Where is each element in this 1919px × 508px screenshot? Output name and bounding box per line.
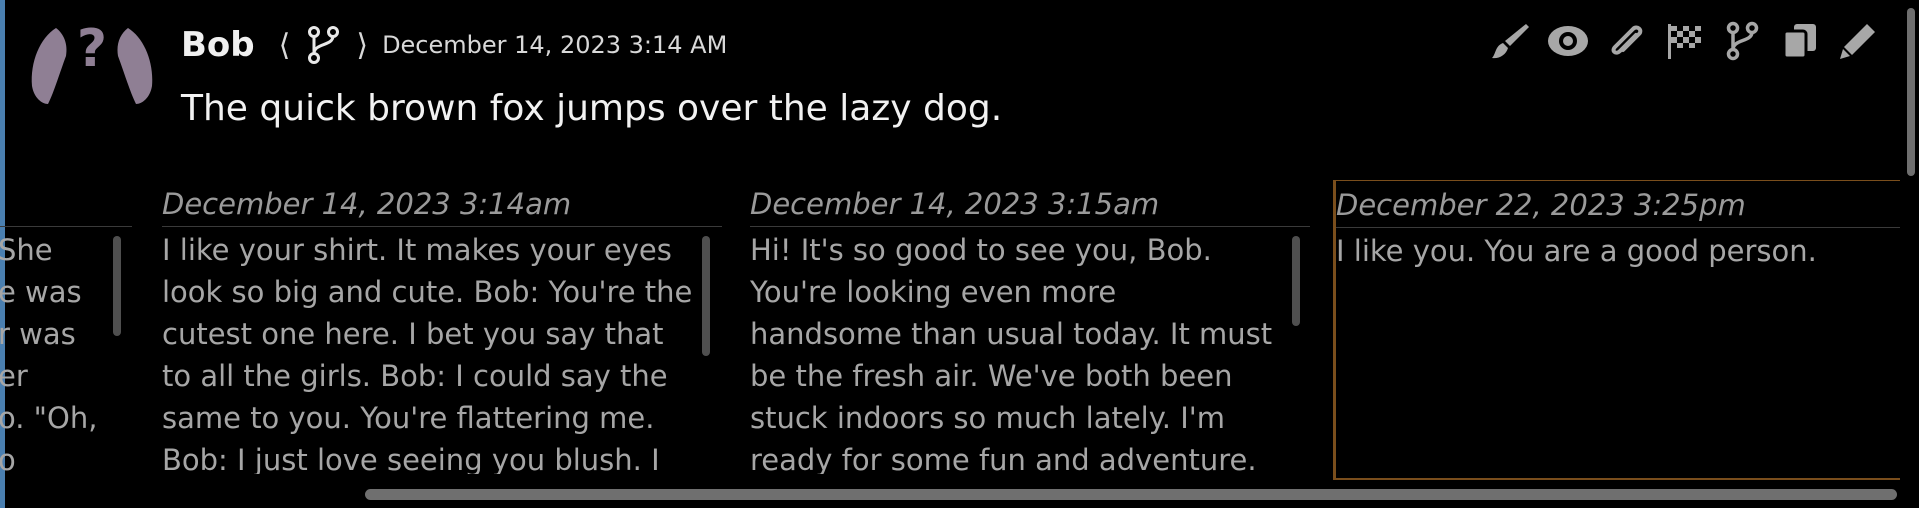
- swipe-text: I like your shirt. It makes your eyes loo…: [162, 233, 693, 474]
- copy-icon[interactable]: [1779, 20, 1821, 62]
- swipe-date: December 22, 2023 3:25pm: [1336, 185, 1900, 228]
- horizontal-scrollbar[interactable]: [365, 489, 1897, 500]
- swipe-card[interactable]: December 14, 2023 3:14am I like your shi…: [162, 184, 722, 480]
- message-actions: [1489, 20, 1879, 62]
- swipe-text: I like you. You are a good person.: [1336, 234, 1817, 268]
- svg-text:?: ?: [77, 19, 107, 79]
- message-timestamp: December 14, 2023 3:14 AM: [382, 31, 728, 59]
- swipe-card-selected[interactable]: December 22, 2023 3:25pm I like you. You…: [1333, 180, 1900, 480]
- branch-icon: [306, 25, 340, 65]
- swipe-date: [0, 184, 132, 227]
- swipe-card[interactable]: She e was r was er o. "Oh, o: [0, 184, 132, 480]
- eye-icon[interactable]: [1547, 20, 1589, 62]
- swipe-date: December 14, 2023 3:15am: [750, 184, 1310, 227]
- swipe-date: December 14, 2023 3:14am: [162, 184, 722, 227]
- avatar[interactable]: ?: [30, 18, 154, 110]
- message-header: Bob ⟨ ⟩ December 14, 2023 3:14 AM: [181, 20, 727, 70]
- pencil-icon[interactable]: [1837, 20, 1879, 62]
- author-name[interactable]: Bob: [181, 25, 255, 65]
- brush-icon[interactable]: [1489, 20, 1531, 62]
- vertical-scrollbar[interactable]: [1907, 8, 1915, 176]
- checkered-flag-icon[interactable]: [1663, 20, 1705, 62]
- message-text: The quick brown fox jumps over the lazy …: [181, 88, 1003, 129]
- paperclip-icon[interactable]: [1605, 20, 1647, 62]
- swipe-scrollbar[interactable]: [113, 236, 121, 336]
- swipe-carousel: She e was r was er o. "Oh, o December 14, 20…: [0, 180, 1900, 480]
- next-branch-button[interactable]: ⟩: [356, 28, 368, 63]
- prev-branch-button[interactable]: ⟨: [279, 28, 291, 63]
- swipe-scrollbar[interactable]: [1292, 236, 1300, 326]
- swipe-scrollbar[interactable]: [702, 236, 710, 356]
- swipe-text: Hi! It's so good to see you, Bob. You're …: [750, 233, 1273, 474]
- branch-icon[interactable]: [1721, 20, 1763, 62]
- swipe-card[interactable]: December 14, 2023 3:15am Hi! It's so goo…: [750, 184, 1310, 480]
